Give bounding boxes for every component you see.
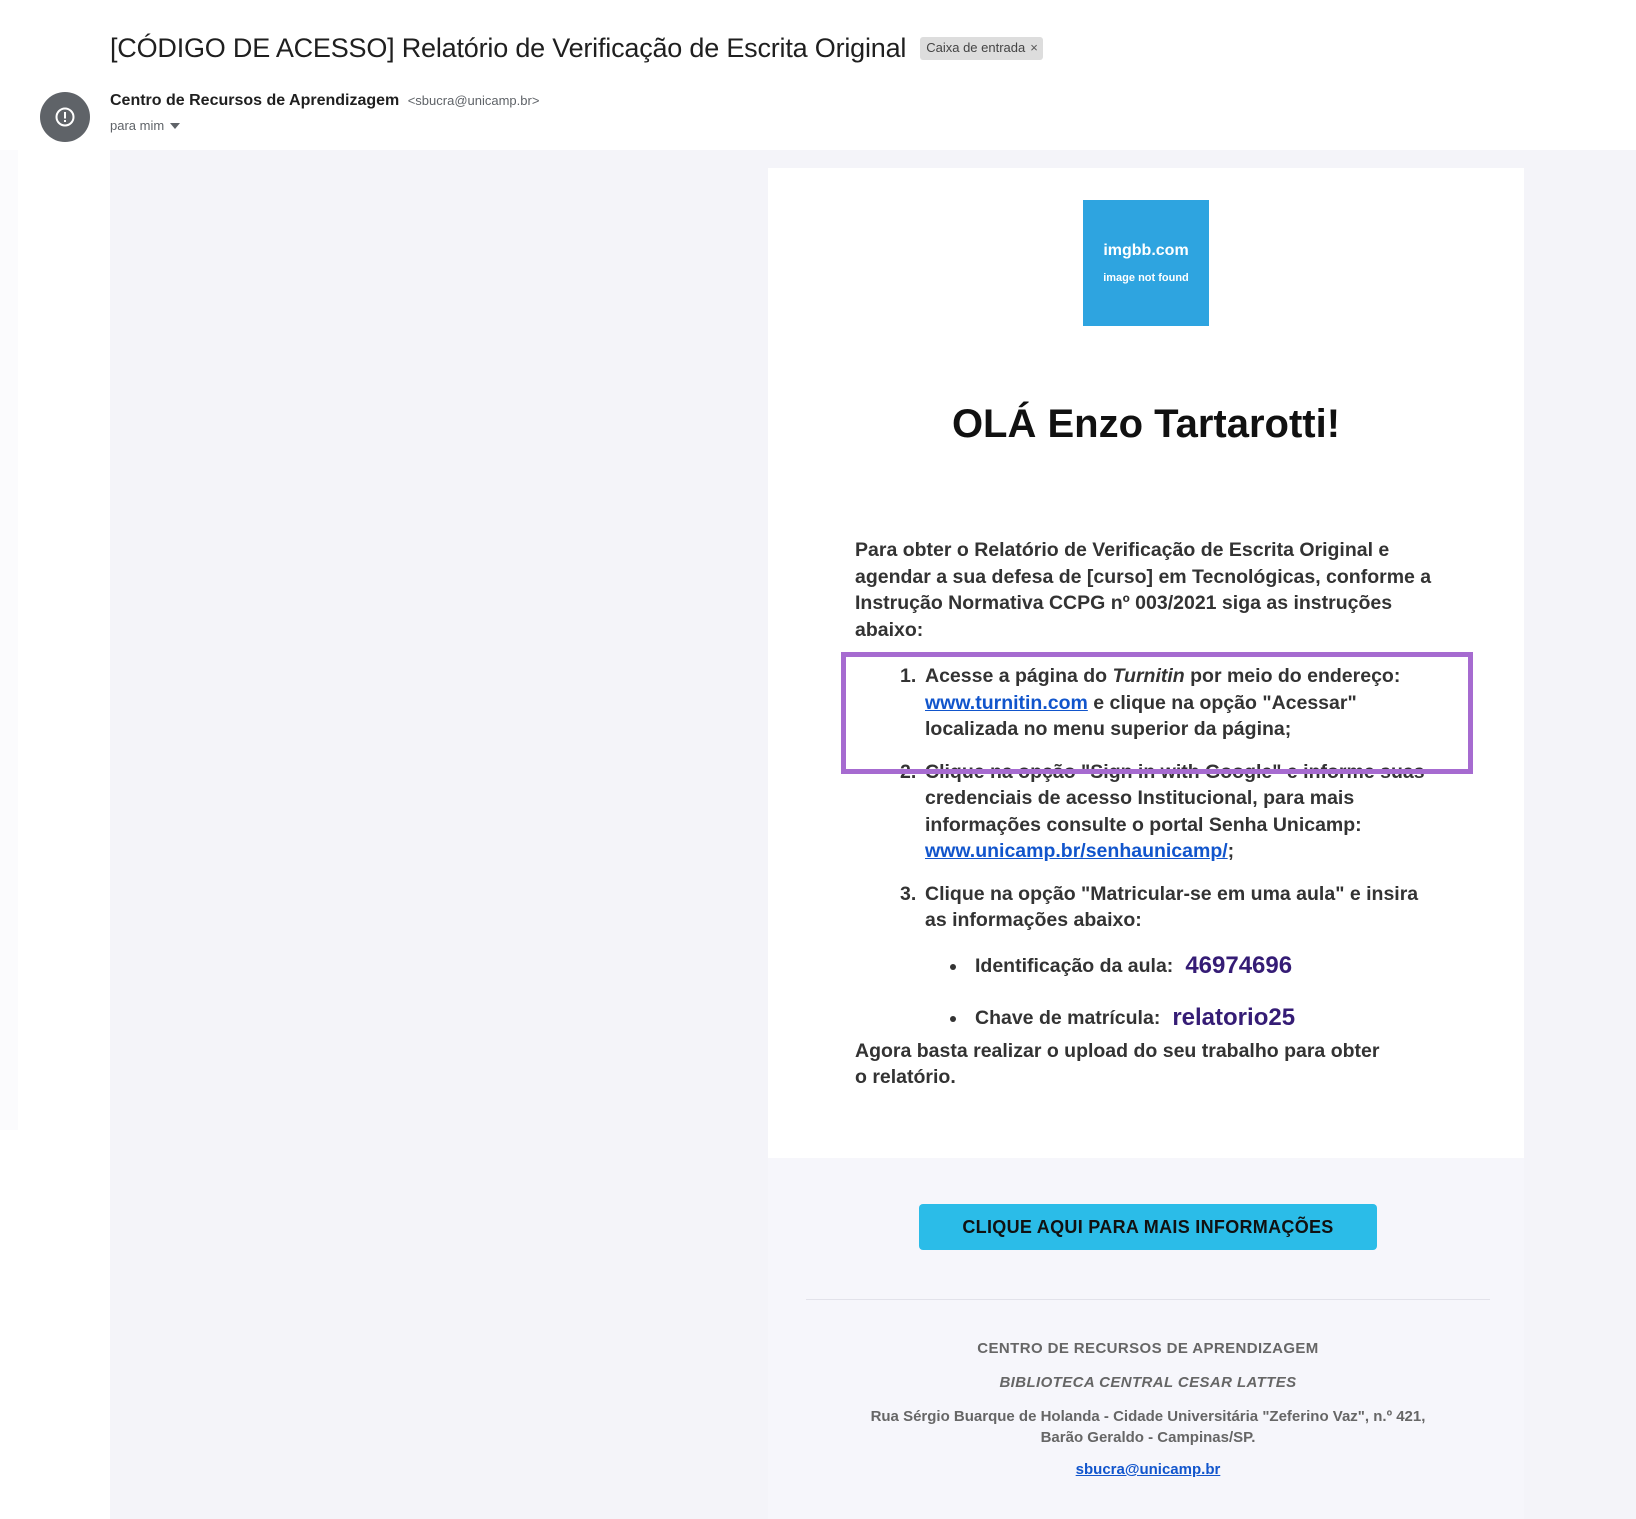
alert-circle-icon	[55, 107, 75, 127]
step-text: Clique na opção "Sign in with Google" e …	[925, 760, 1425, 836]
remove-label-icon[interactable]: ×	[1030, 40, 1038, 55]
inbox-label-chip[interactable]: Caixa de entrada ×	[920, 36, 1043, 60]
email-subject: [CÓDIGO DE ACESSO] Relatório de Verifica…	[110, 32, 907, 63]
subject-row: [CÓDIGO DE ACESSO] Relatório de Verifica…	[110, 28, 1043, 68]
class-id-item: Identificação da aula: 46974696	[925, 948, 1445, 986]
sender-row: Centro de Recursos de Aprendizagem <sbuc…	[110, 92, 539, 110]
footer-email-link[interactable]: sbucra@unicamp.br	[1076, 1461, 1221, 1478]
step-text: Acesse a página do	[925, 665, 1113, 687]
step-text: ;	[1227, 840, 1235, 862]
address-line-1: Rua Sérgio Buarque de Holanda - Cidade U…	[870, 1408, 1426, 1425]
left-edge-strip	[0, 150, 18, 1130]
greeting-heading: OLÁ Enzo Tartarotti!	[951, 402, 1341, 446]
turnitin-name: Turnitin	[1112, 665, 1185, 687]
step-number: 1.	[900, 665, 917, 687]
email-footer: CENTRO DE RECURSOS DE APRENDIZAGEM BIBLI…	[800, 1340, 1496, 1478]
footer-divider	[806, 1299, 1490, 1300]
message-content: Para obter o Relatório de Verificação de…	[855, 537, 1455, 1091]
placeholder-title: imgbb.com	[1103, 242, 1189, 259]
more-info-button[interactable]: CLIQUE AQUI PARA MAIS INFORMAÇÕES	[919, 1204, 1377, 1250]
step-text: Clique na opção "Matricular-se em uma au…	[925, 882, 1419, 932]
class-id-value: 46974696	[1185, 952, 1293, 980]
class-id-label: Identificação da aula:	[975, 955, 1174, 978]
step-1: 1. Acesse a página do Turnitin por meio …	[855, 663, 1425, 743]
step-2: 2. Clique na opção "Sign in with Google"…	[855, 759, 1445, 865]
sender-avatar[interactable]	[40, 92, 90, 142]
step-text: por meio do endereço:	[1184, 665, 1401, 687]
enrollment-key-value: relatorio25	[1172, 1004, 1296, 1032]
instruction-steps: 1. Acesse a página do Turnitin por meio …	[855, 663, 1455, 1038]
sender-name[interactable]: Centro de Recursos de Aprendizagem	[110, 92, 399, 109]
enrollment-key-label: Chave de matrícula:	[975, 1007, 1161, 1030]
senha-unicamp-link[interactable]: www.unicamp.br/senhaunicamp/	[925, 840, 1228, 862]
step-number: 3.	[900, 882, 917, 905]
class-info-list: Identificação da aula: 46974696 Chave de…	[925, 948, 1445, 1038]
inbox-label-text: Caixa de entrada	[926, 40, 1026, 55]
caret-down-icon[interactable]	[170, 122, 181, 129]
footer-email: sbucra@unicamp.br	[800, 1461, 1496, 1478]
broken-image-placeholder: imgbb.com image not found	[1083, 200, 1209, 326]
bullet-dot	[950, 1015, 956, 1022]
bullet-dot	[950, 963, 956, 970]
turnitin-link[interactable]: www.turnitin.com	[925, 692, 1088, 714]
recipient-row[interactable]: para mim	[110, 118, 181, 133]
address-line-2: Barão Geraldo - Campinas/SP.	[1040, 1429, 1256, 1446]
footer-address: Rua Sérgio Buarque de Holanda - Cidade U…	[800, 1406, 1496, 1448]
footer-library: BIBLIOTECA CENTRAL CESAR LATTES	[999, 1374, 1297, 1391]
step-3: 3. Clique na opção "Matricular-se em uma…	[855, 881, 1445, 1038]
intro-paragraph: Para obter o Relatório de Verificação de…	[855, 539, 1432, 641]
sender-email: <sbucra@unicamp.br>	[407, 93, 540, 108]
footer-organization: CENTRO DE RECURSOS DE APRENDIZAGEM	[977, 1340, 1319, 1357]
placeholder-subtitle: image not found	[1103, 272, 1189, 284]
enrollment-key-item: Chave de matrícula: relatorio25	[925, 1000, 1445, 1038]
closing-paragraph: Agora basta realizar o upload do seu tra…	[855, 1039, 1380, 1089]
recipient-label[interactable]: para mim	[110, 118, 164, 133]
step-number: 2.	[900, 760, 917, 783]
